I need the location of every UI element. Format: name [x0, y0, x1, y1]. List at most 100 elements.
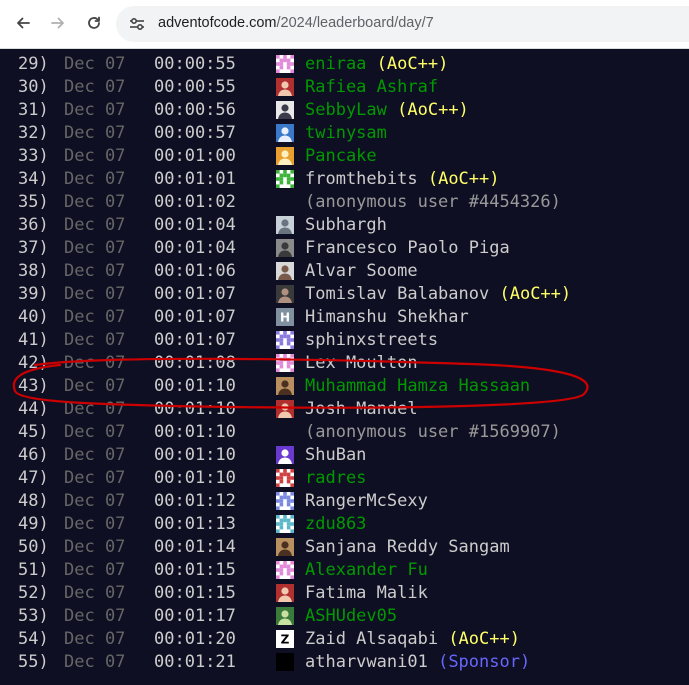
date-label: Dec 07 — [64, 652, 126, 672]
sponsor-badge[interactable]: (Sponsor) — [438, 652, 530, 672]
date-label: Dec 07 — [64, 514, 126, 534]
aoc-plus-badge[interactable]: (AoC++) — [428, 169, 500, 189]
leaderboard-row: 42) Dec 07 00:01:08 Lex Moulton — [0, 352, 689, 374]
rank-label: 36) — [18, 215, 49, 235]
time-label: 00:01:00 — [154, 146, 236, 166]
leaderboard-row: 47) Dec 07 00:01:10 radres — [0, 467, 689, 489]
user-name: atharvwani01 (Sponsor) — [305, 651, 530, 673]
address-bar[interactable]: adventofcode.com/2024/leaderboard/day/7 — [116, 6, 689, 42]
forward-arrow-icon — [51, 17, 64, 29]
time-label: 00:01:17 — [154, 606, 236, 626]
time-label: 00:00:55 — [154, 77, 236, 97]
user-name-link[interactable]: ASHUdev05 — [305, 605, 397, 627]
time-label: 00:01:15 — [154, 560, 236, 580]
time-label: 00:01:10 — [154, 445, 236, 465]
user-name-text: (anonymous user #4454326) — [305, 192, 561, 212]
time-label: 00:01:12 — [154, 491, 236, 511]
leaderboard-row: 31) Dec 07 00:00:56 SebbyLaw (AoC++) — [0, 99, 689, 121]
user-name: Lex Moulton — [305, 352, 418, 374]
date-label: Dec 07 — [64, 376, 126, 396]
time-label: 00:01:20 — [154, 629, 236, 649]
user-name: Francesco Paolo Piga — [305, 237, 510, 259]
rank-label: 30) — [18, 77, 49, 97]
user-avatar-icon — [276, 354, 294, 372]
user-name-link[interactable]: twinysam — [305, 122, 387, 144]
time-label: 00:01:07 — [154, 330, 236, 350]
aoc-plus-badge[interactable]: (AoC++) — [377, 54, 449, 74]
time-label: 00:01:07 — [154, 307, 236, 327]
user-avatar-icon — [276, 78, 294, 96]
user-avatar-icon — [276, 216, 294, 234]
date-label: Dec 07 — [64, 77, 126, 97]
date-label: Dec 07 — [64, 560, 126, 580]
user-name-text: Muhammad Hamza Hassaan — [305, 376, 531, 396]
leaderboard-row: 49) Dec 07 00:01:13 zdu863 — [0, 513, 689, 535]
time-label: 00:01:10 — [154, 399, 236, 419]
user-avatar-icon — [276, 653, 294, 671]
date-label: Dec 07 — [64, 537, 126, 557]
rank-label: 29) — [18, 54, 49, 74]
user-name-text: Lex Moulton — [305, 353, 418, 373]
back-button[interactable] — [8, 8, 38, 38]
date-label: Dec 07 — [64, 399, 126, 419]
user-name-text: atharvwani01 — [305, 652, 428, 672]
user-name-link[interactable]: Pancake — [305, 145, 377, 167]
user-name-link[interactable]: Muhammad Hamza Hassaan — [305, 375, 530, 397]
leaderboard-row: 55) Dec 07 00:01:21 atharvwani01 (Sponsor) — [0, 651, 689, 673]
user-name-text: SebbyLaw — [305, 100, 387, 120]
aoc-plus-badge[interactable]: (AoC++) — [397, 100, 469, 120]
user-name-text: Subhargh — [305, 215, 387, 235]
leaderboard-row: 51) Dec 07 00:01:15 Alexander Fu — [0, 559, 689, 581]
user-name-link[interactable]: SebbyLaw (AoC++) — [305, 99, 469, 121]
user-name-text: RangerMcSexy — [305, 491, 428, 511]
date-label: Dec 07 — [64, 307, 126, 327]
user-name: Josh Mandel — [305, 398, 418, 420]
leaderboard-row: 30) Dec 07 00:00:55 Rafiea Ashraf — [0, 76, 689, 98]
aoc-plus-badge[interactable]: (AoC++) — [499, 284, 571, 304]
forward-button[interactable] — [43, 8, 73, 38]
user-avatar-icon — [276, 55, 294, 73]
reload-button[interactable] — [79, 8, 109, 38]
leaderboard-row: 44) Dec 07 00:01:10 Josh Mandel — [0, 398, 689, 420]
user-name-link[interactable]: eniraa (AoC++) — [305, 53, 448, 75]
user-avatar-icon — [276, 239, 294, 257]
leaderboard-row: 50) Dec 07 00:01:14 Sanjana Reddy Sangam — [0, 536, 689, 558]
url-path: /2024/leaderboard/day/7 — [276, 15, 434, 31]
date-label: Dec 07 — [64, 54, 126, 74]
time-label: 00:01:02 — [154, 192, 236, 212]
user-name-link[interactable]: Rafiea Ashraf — [305, 76, 438, 98]
user-name: Fatima Malik — [305, 582, 428, 604]
time-label: 00:01:04 — [154, 238, 236, 258]
time-label: 00:01:10 — [154, 468, 236, 488]
rank-label: 50) — [18, 537, 49, 557]
user-name-link[interactable]: zdu863 — [305, 513, 366, 535]
rank-label: 54) — [18, 629, 49, 649]
time-label: 00:01:06 — [154, 261, 236, 281]
svg-text:H: H — [280, 311, 290, 325]
user-name: (anonymous user #1569907) — [305, 421, 561, 443]
user-name-link[interactable]: Alexander Fu — [305, 559, 428, 581]
date-label: Dec 07 — [64, 491, 126, 511]
user-avatar-icon — [276, 607, 294, 625]
user-name-text: Rafiea Ashraf — [305, 77, 439, 97]
leaderboard-row: 35) Dec 07 00:01:02 (anonymous user #445432… — [0, 191, 689, 213]
rank-label: 43) — [18, 376, 49, 396]
svg-text:Z: Z — [281, 633, 290, 647]
user-name-text: Francesco Paolo Piga — [305, 238, 510, 258]
user-name-text: Tomislav Balabanov — [305, 284, 490, 304]
user-name-text: ShuBan — [305, 445, 367, 465]
user-name: Tomislav Balabanov (AoC++) — [305, 283, 571, 305]
date-label: Dec 07 — [64, 606, 126, 626]
back-arrow-icon — [17, 17, 30, 29]
url-text[interactable]: adventofcode.com/2024/leaderboard/day/7 — [158, 15, 434, 31]
aoc-plus-badge[interactable]: (AoC++) — [448, 629, 520, 649]
user-name-text: Fatima Malik — [305, 583, 428, 603]
site-settings-icon[interactable] — [128, 16, 146, 32]
leaderboard-row: 43) Dec 07 00:01:10 Muhammad Hamza Hassaan — [0, 375, 689, 397]
rank-label: 52) — [18, 583, 49, 603]
date-label: Dec 07 — [64, 629, 126, 649]
user-name-link[interactable]: radres — [305, 467, 366, 489]
user-name-text: Alexander Fu — [305, 560, 428, 580]
date-label: Dec 07 — [64, 353, 126, 373]
user-avatar-icon: H — [276, 308, 294, 326]
